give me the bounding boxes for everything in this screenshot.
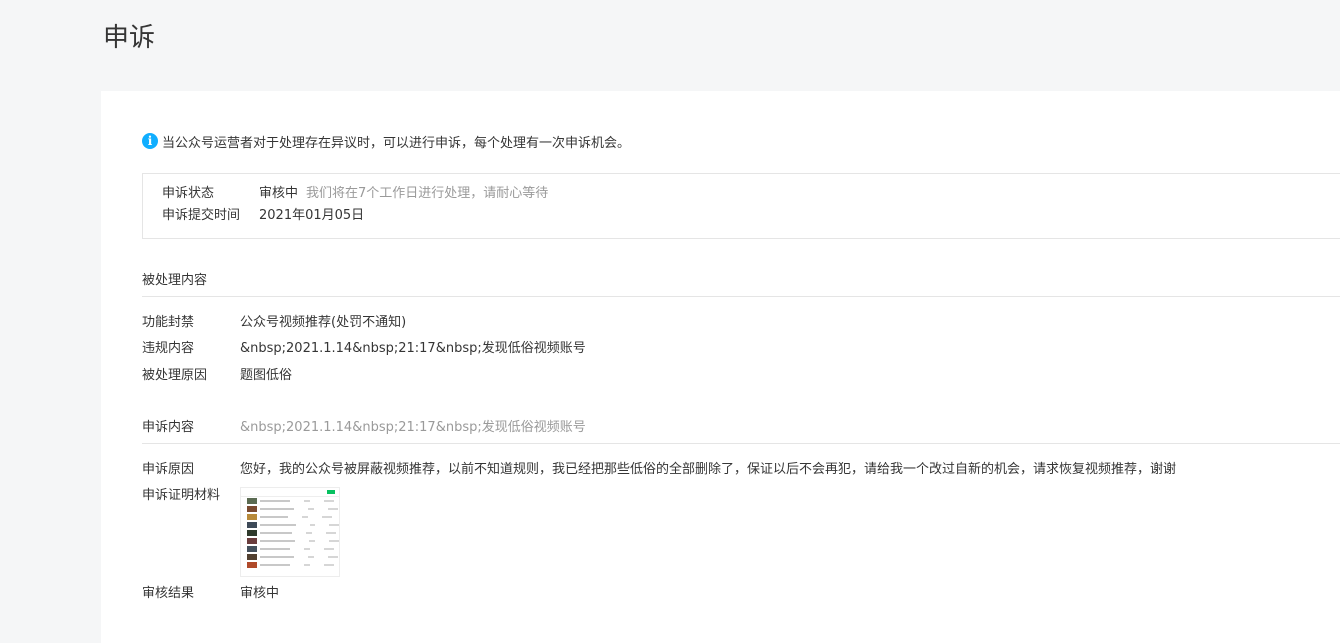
function-ban-value: 公众号视频推荐(处罚不通知) [240,315,407,330]
handled-section-title: 被处理内容 [142,273,208,288]
review-result-label: 审核结果 [142,586,195,601]
handled-reason-value: 题图低俗 [240,368,293,383]
status-value: 审核中 [259,186,299,201]
handled-row-violation: 违规内容 &nbsp;2021.1.14&nbsp;21:17&nbsp;发现低… [142,340,586,358]
review-result-row: 审核结果 审核中 [142,585,279,603]
notice-banner: i 当公众号运营者对于处理存在异议时，可以进行申诉，每个处理有一次申诉机会。 [142,132,631,151]
info-icon: i [142,133,158,149]
page-title: 申诉 [103,23,156,53]
appeal-content-label: 申诉内容 [142,420,195,435]
appeal-reason-row: 申诉原因 您好，我的公众号被屏蔽视频推荐，以前不知道规则，我已经把那些低俗的全部… [142,461,1176,479]
status-label: 申诉状态 [162,186,215,201]
appeal-reason-value: 您好，我的公众号被屏蔽视频推荐，以前不知道规则，我已经把那些低俗的全部删除了，保… [240,462,1177,477]
appeal-divider [142,443,1340,444]
appeal-evidence-row: 申诉证明材料 [142,487,240,505]
handled-divider [142,296,1340,297]
submit-time-value: 2021年01月05日 [259,208,365,223]
handled-row-reason: 被处理原因 题图低俗 [142,367,292,385]
handled-reason-label: 被处理原因 [142,368,208,383]
appeal-content-row: 申诉内容 &nbsp;2021.1.14&nbsp;21:17&nbsp;发现低… [142,419,586,437]
status-hint: 我们将在7个工作日进行处理，请耐心等待 [306,186,549,201]
appeal-content-value: &nbsp;2021.1.14&nbsp;21:17&nbsp;发现低俗视频账号 [240,420,586,435]
evidence-thumbnail[interactable] [240,487,340,577]
function-ban-label: 功能封禁 [142,315,195,330]
thumbnail-header [241,488,339,497]
review-result-value: 审核中 [240,586,280,601]
violation-label: 违规内容 [142,341,195,356]
status-row: 申诉状态 审核中 我们将在7个工作日进行处理，请耐心等待 [162,185,548,203]
notice-text: 当公众号运营者对于处理存在异议时，可以进行申诉，每个处理有一次申诉机会。 [162,135,631,151]
appeal-card: i 当公众号运营者对于处理存在异议时，可以进行申诉，每个处理有一次申诉机会。 申… [101,91,1340,643]
status-box: 申诉状态 审核中 我们将在7个工作日进行处理，请耐心等待 申诉提交时间 2021… [142,173,1340,239]
violation-value: &nbsp;2021.1.14&nbsp;21:17&nbsp;发现低俗视频账号 [240,341,586,356]
submit-time-label: 申诉提交时间 [162,208,241,223]
appeal-reason-label: 申诉原因 [142,462,195,477]
appeal-evidence-label: 申诉证明材料 [142,488,221,503]
handled-row-function-ban: 功能封禁 公众号视频推荐(处罚不通知) [142,314,406,332]
submit-time-row: 申诉提交时间 2021年01月05日 [162,207,364,225]
